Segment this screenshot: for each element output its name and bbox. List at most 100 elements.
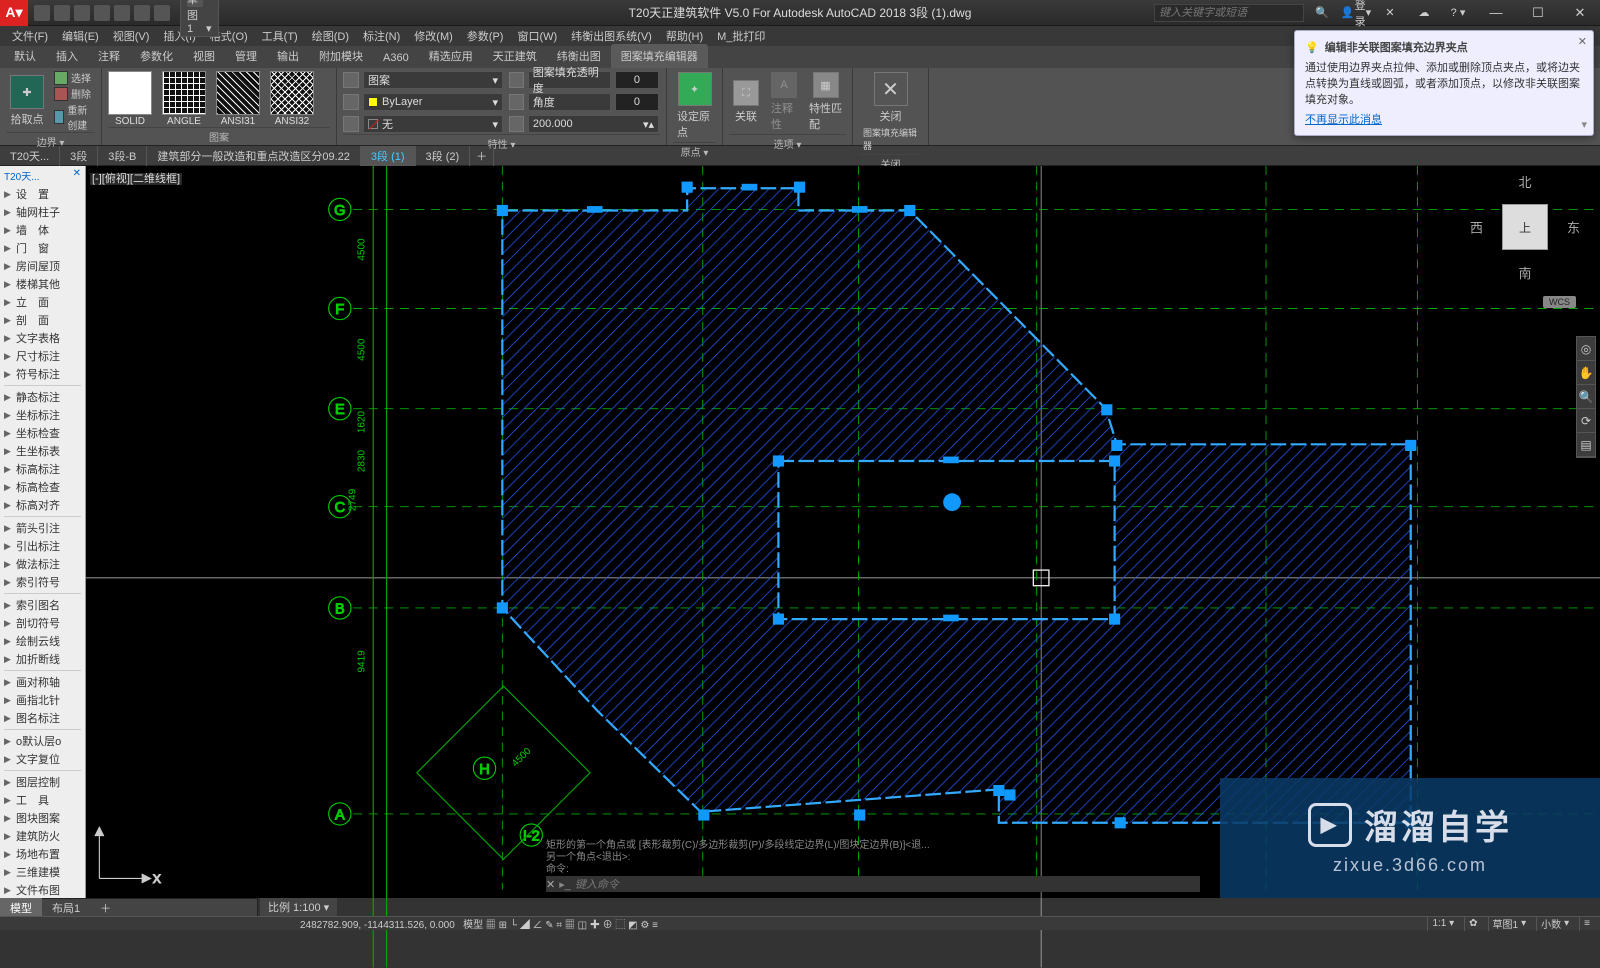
palette-item[interactable]: ▶o默认层o	[0, 732, 85, 750]
cloud-icon[interactable]: ☁	[1408, 3, 1440, 23]
viewcube-face[interactable]: 上	[1502, 204, 1548, 250]
menu-modify[interactable]: 修改(M)	[408, 26, 459, 46]
rtab-a360[interactable]: A360	[373, 48, 419, 68]
palette-item[interactable]: ▶文字复位	[0, 750, 85, 768]
set-origin-button[interactable]: ✦设定原点	[673, 70, 716, 142]
palette-item[interactable]: ▶剖 面	[0, 311, 85, 329]
rtab-insert[interactable]: 插入	[46, 44, 88, 68]
palette-item[interactable]: ▶符号标注	[0, 365, 85, 383]
rtab-output[interactable]: 输出	[267, 44, 309, 68]
nav-zoom-icon[interactable]: 🔍	[1577, 385, 1595, 409]
layout-tab-add[interactable]: ＋	[90, 898, 121, 918]
nav-wheel-icon[interactable]: ◎	[1577, 337, 1595, 361]
origin-group-label[interactable]: 原点 ▾	[673, 142, 716, 160]
swatch-angle[interactable]: ANGLE	[162, 71, 206, 127]
palette-item[interactable]: ▶工 具	[0, 791, 85, 809]
rtab-manage[interactable]: 管理	[225, 44, 267, 68]
file-tab-2[interactable]: 3段-B	[98, 146, 147, 166]
command-line[interactable]: 矩形的第一个角点或 [表形裁剪(C)/多边形裁剪(P)/多段线定边界(L)/图块…	[546, 840, 1200, 892]
scale-dropdown[interactable]: 比例 1:100 ▾	[268, 899, 329, 915]
recreate-boundary-button[interactable]: 重新创建	[54, 102, 95, 132]
command-input[interactable]: 键入命令	[575, 876, 619, 892]
swatch-ansi32[interactable]: ANSI32	[270, 71, 314, 127]
palette-item[interactable]: ▶坐标标注	[0, 406, 85, 424]
palette-item[interactable]: ▶图块图案	[0, 809, 85, 827]
palette-item[interactable]: ▶墙 体	[0, 221, 85, 239]
layout-tab-1[interactable]: 布局1	[42, 898, 90, 918]
menu-dim[interactable]: 标注(N)	[357, 26, 406, 46]
nav-showui-icon[interactable]: ▤	[1577, 433, 1595, 457]
infocenter-icon[interactable]: 🔍	[1306, 3, 1338, 23]
palette-item[interactable]: ▶房间屋顶	[0, 257, 85, 275]
palette-item[interactable]: ▶楼梯其他	[0, 275, 85, 293]
swatch-solid[interactable]: SOLID	[108, 71, 152, 127]
rtab-featured[interactable]: 精选应用	[419, 44, 483, 68]
layer-dropdown[interactable]: ByLayer▾	[363, 93, 503, 111]
palette-item[interactable]: ▶轴网柱子	[0, 203, 85, 221]
qat-open-icon[interactable]	[54, 5, 70, 21]
palette-item[interactable]: ▶坐标检查	[0, 424, 85, 442]
cmd-close-icon[interactable]: ✕	[546, 878, 555, 891]
palette-item[interactable]: ▶绘制云线	[0, 632, 85, 650]
status-workspace[interactable]: 草图1	[1493, 916, 1519, 931]
status-gear-icon[interactable]: ✿	[1469, 918, 1477, 929]
view-cube[interactable]: 北 南 东 西 上	[1470, 172, 1580, 282]
annotative-button[interactable]: A注释性	[767, 70, 801, 134]
palette-item[interactable]: ▶立 面	[0, 293, 85, 311]
palette-item[interactable]: ▶生坐标表	[0, 442, 85, 460]
viewcube-north[interactable]: 北	[1518, 172, 1531, 191]
qat-workspace-dropdown[interactable]: 草图1 ▾	[180, 0, 219, 37]
viewcube-south[interactable]: 南	[1518, 263, 1531, 282]
qat-undo-icon[interactable]	[134, 5, 150, 21]
rtab-param[interactable]: 参数化	[130, 44, 183, 68]
hatchtype-dropdown[interactable]: 图案▾	[363, 71, 503, 89]
palette-item[interactable]: ▶标高标注	[0, 460, 85, 478]
palette-item[interactable]: ▶文件布图	[0, 881, 85, 898]
minimize-button[interactable]: —	[1476, 0, 1516, 26]
help-search-input[interactable]	[1154, 4, 1304, 22]
qat-save-icon[interactable]	[74, 5, 90, 21]
menu-param[interactable]: 参数(P)	[461, 26, 510, 46]
viewport-label[interactable]: [-][俯视][二维线框]	[90, 170, 182, 186]
palette-item[interactable]: ▶设 置	[0, 185, 85, 203]
angle-value[interactable]: 0	[615, 93, 659, 111]
rtab-annot[interactable]: 注释	[88, 44, 130, 68]
qat-redo-icon[interactable]	[154, 5, 170, 21]
palette-item[interactable]: ▶建筑防火	[0, 827, 85, 845]
palette-item[interactable]: ▶尺寸标注	[0, 347, 85, 365]
notification-expand-icon[interactable]: ▾	[1581, 118, 1587, 131]
file-tab-5[interactable]: 3段 (2)	[416, 146, 471, 166]
palette-item[interactable]: ▶箭头引注	[0, 519, 85, 537]
match-props-button[interactable]: ▦特性匹配	[805, 70, 846, 134]
palette-close-icon[interactable]: ✕	[73, 168, 81, 183]
opacity-value[interactable]: 0	[615, 71, 659, 89]
rtab-hatch-editor[interactable]: 图案填充编辑器	[611, 44, 708, 68]
menu-tools[interactable]: 工具(T)	[256, 26, 304, 46]
palette-item[interactable]: ▶画指北针	[0, 691, 85, 709]
palette-item[interactable]: ▶文字表格	[0, 329, 85, 347]
select-boundary-button[interactable]: 选择	[54, 70, 95, 85]
palette-item[interactable]: ▶静态标注	[0, 388, 85, 406]
palette-item[interactable]: ▶做法标注	[0, 555, 85, 573]
help-icon[interactable]: ? ▾	[1442, 3, 1474, 23]
nav-pan-icon[interactable]: ✋	[1577, 361, 1595, 385]
status-units[interactable]: 小数	[1541, 916, 1561, 931]
pickpoints-button[interactable]: ✚ 拾取点	[6, 73, 48, 129]
palette-item[interactable]: ▶图层控制	[0, 773, 85, 791]
qat-plot-icon[interactable]	[114, 5, 130, 21]
status-custom-icon[interactable]: ≡	[1584, 918, 1590, 929]
menu-wh[interactable]: 纬衡出图系统(V)	[565, 26, 658, 46]
app-icon[interactable]: A▾	[0, 0, 28, 26]
palette-item[interactable]: ▶标高检查	[0, 478, 85, 496]
exchange-icon[interactable]: ✕	[1374, 3, 1406, 23]
menu-window[interactable]: 窗口(W)	[511, 26, 563, 46]
maximize-button[interactable]: ☐	[1518, 0, 1558, 26]
close-hatch-editor-button[interactable]: ✕关闭图案填充编辑器	[859, 70, 922, 154]
signin-button[interactable]: 👤 登录 ▾	[1340, 3, 1372, 23]
scale-value[interactable]: 200.000▾▴	[528, 115, 659, 133]
rtab-view[interactable]: 视图	[183, 44, 225, 68]
file-tab-4[interactable]: 3段 (1)	[361, 146, 416, 166]
palette-item[interactable]: ▶门 窗	[0, 239, 85, 257]
nav-orbit-icon[interactable]: ⟳	[1577, 409, 1595, 433]
options-group-label[interactable]: 选项 ▾	[729, 134, 846, 152]
